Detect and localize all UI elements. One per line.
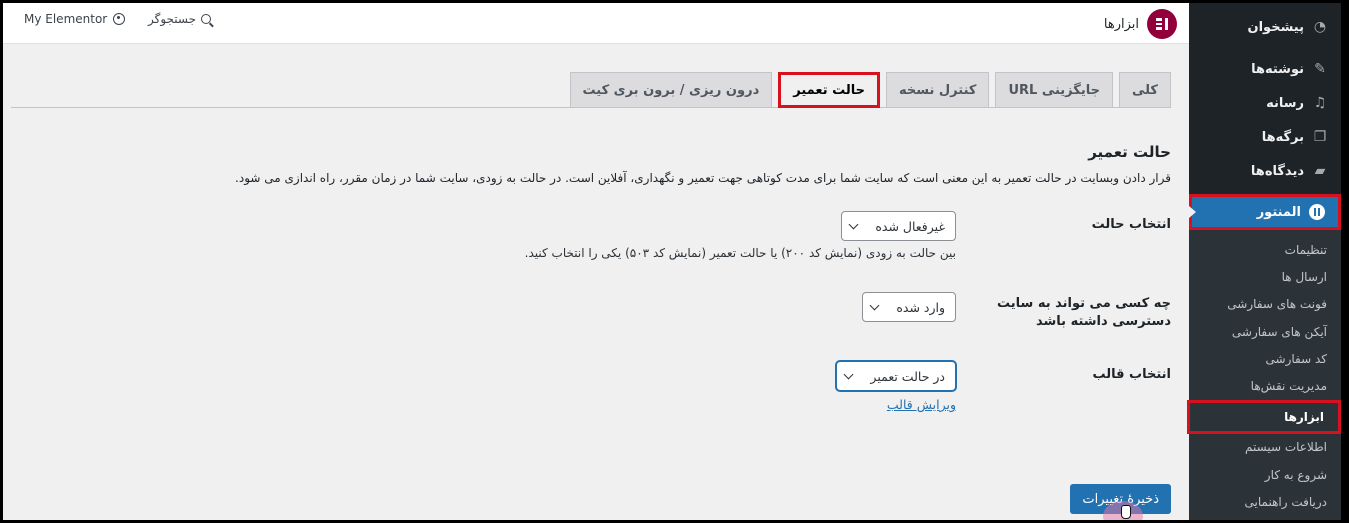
tab-replace-url[interactable]: جایگزینی URL (995, 72, 1113, 108)
mode-select-value: غیرفعال شده (875, 218, 945, 234)
app-frame: ابزارها جستجوگر My Elementor کلی جایگزین… (3, 3, 1341, 520)
submenu-item-custom-icons[interactable]: آیکن های سفارشی (1189, 318, 1341, 345)
mode-select[interactable]: غیرفعال شده (841, 211, 956, 241)
mode-label: انتخاب حالت (1091, 217, 1171, 232)
submenu-item-getting-started[interactable]: شروع به کار (1189, 461, 1341, 488)
pin-icon: ✎ (1314, 61, 1326, 77)
submenu-item-role-manager[interactable]: مدیریت نقش‌ها (1189, 372, 1341, 399)
submenu-item-get-help[interactable]: دریافت راهنمایی (1189, 488, 1341, 515)
sidebar-item-dashboard[interactable]: ◔ پیشخوان (1189, 10, 1341, 44)
current-menu-arrow (1189, 206, 1196, 218)
maintenance-settings: حالت تعمیر قرار دادن وبسایت در حالت تعمی… (191, 143, 1171, 413)
sidebar-item-media[interactable]: ♫ رسانه (1189, 86, 1341, 120)
top-bar: ابزارها جستجوگر My Elementor (3, 3, 1189, 44)
template-row: انتخاب قالب در حالت تعمیر ویرایش قالب (191, 361, 1171, 413)
my-elementor-label: My Elementor (24, 12, 108, 26)
mode-help-text: بین حالت به زودی (نمایش کد ۲۰۰) یا حالت … (524, 246, 956, 260)
sidebar-item-label: المنتور (1256, 204, 1301, 220)
sidebar-item-posts[interactable]: ✎ نوشته‌ها (1189, 52, 1341, 86)
sidebar-item-label: نوشته‌ها (1251, 61, 1304, 77)
user-icon (113, 13, 126, 25)
mouse-cursor (1121, 505, 1131, 519)
tab-maintenance-mode[interactable]: حالت تعمیر (778, 72, 881, 108)
tabs-bar: کلی جایگزینی URL کنترل نسخه حالت تعمیر د… (11, 72, 1171, 108)
template-label: انتخاب قالب (1092, 367, 1171, 382)
chevron-down-icon (848, 219, 859, 229)
pages-icon: ❐ (1313, 129, 1327, 145)
elementor-icon (1309, 204, 1325, 220)
chevron-down-icon (843, 369, 854, 379)
sidebar-item-elementor[interactable]: المنتور (1189, 194, 1341, 230)
sidebar-item-comments[interactable]: ▰ دیدگاه‌ها (1189, 154, 1341, 188)
access-label: چه کسی می تواند به سایت دسترسی داشته باش… (997, 296, 1171, 329)
submenu-item-custom-fonts[interactable]: فونت های سفارشی (1189, 291, 1341, 318)
chevron-down-icon (869, 300, 880, 310)
section-heading: حالت تعمیر (1088, 143, 1171, 161)
search-label: جستجوگر (148, 12, 197, 26)
section-description: قرار دادن وبسایت در حالت تعمیر به این مع… (235, 171, 1171, 185)
mode-row: انتخاب حالت غیرفعال شده بین حالت به زودی… (191, 211, 1171, 260)
access-select[interactable]: وارد شده (862, 292, 956, 322)
comments-icon: ▰ (1314, 163, 1326, 179)
tab-version-control[interactable]: کنترل نسخه (886, 72, 990, 108)
sidebar-item-label: برگه‌ها (1261, 129, 1304, 145)
access-select-value: وارد شده (896, 299, 945, 315)
media-icon: ♫ (1313, 95, 1327, 111)
dashboard-icon: ◔ (1313, 19, 1327, 35)
admin-sidebar: ◔ پیشخوان ✎ نوشته‌ها ♫ رسانه ❐ برگه‌ها ▰… (1187, 3, 1341, 520)
submenu-item-custom-code[interactable]: کد سفارشی (1189, 345, 1341, 372)
elementor-logo-icon (1147, 9, 1177, 39)
sidebar-item-label: دیدگاه‌ها (1250, 163, 1304, 179)
submenu-item-system-info[interactable]: اطلاعات سیستم (1189, 434, 1341, 461)
search-button[interactable]: جستجوگر (148, 12, 212, 26)
sidebar-item-label: رسانه (1266, 95, 1304, 111)
template-select[interactable]: در حالت تعمیر (836, 361, 956, 391)
elementor-submenu: تنظیمات ارسال ها فونت های سفارشی آیکن ها… (1187, 230, 1341, 520)
submenu-item-tools[interactable]: ابزارها (1187, 399, 1341, 434)
access-row: چه کسی می تواند به سایت دسترسی داشته باش… (191, 290, 1171, 331)
tab-import-export-kit[interactable]: درون ریزی / برون بری کیت (569, 72, 773, 108)
edit-template-link[interactable]: ویرایش قالب (887, 397, 956, 412)
page-title: ابزارها (1103, 16, 1139, 32)
sidebar-item-label: پیشخوان (1247, 19, 1305, 35)
submenu-item-submissions[interactable]: ارسال ها (1189, 263, 1341, 290)
tab-general[interactable]: کلی (1118, 72, 1171, 108)
search-icon (201, 14, 212, 24)
submenu-item-settings[interactable]: تنظیمات (1189, 236, 1341, 263)
page-header: ابزارها (1104, 9, 1177, 39)
template-select-value: در حالت تعمیر (870, 368, 945, 384)
my-elementor-button[interactable]: My Elementor (24, 12, 126, 26)
sidebar-item-pages[interactable]: ❐ برگه‌ها (1189, 120, 1341, 154)
